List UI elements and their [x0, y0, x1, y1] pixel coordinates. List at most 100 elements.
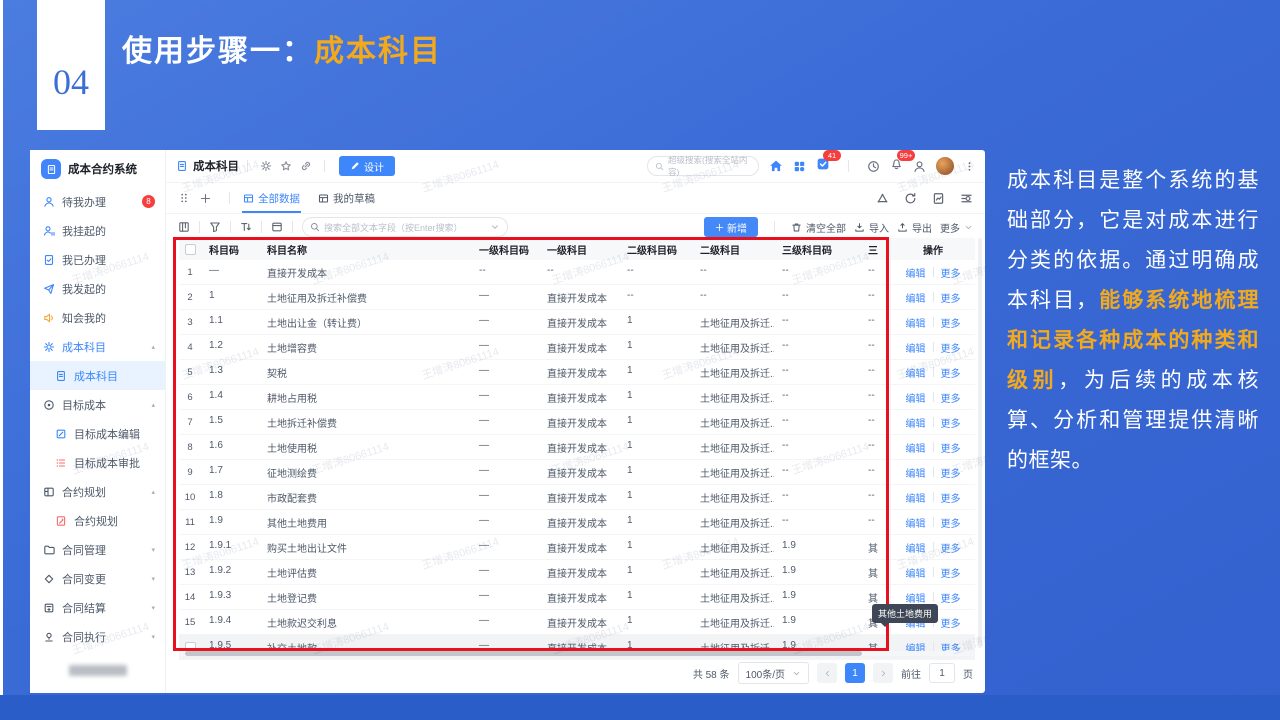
page-tab[interactable]: 成本科目 [176, 158, 239, 174]
sidebar-item-我挂起的[interactable]: 我挂起的 [30, 216, 165, 245]
edit-link[interactable]: 编辑 [906, 440, 926, 455]
import-button[interactable]: 导入 [854, 220, 889, 235]
sidebar-item-成本科目[interactable]: 成本科目 [30, 361, 165, 390]
design-button[interactable]: 设计 [339, 156, 395, 176]
more-link[interactable]: 更多 [941, 265, 961, 280]
tasks-button[interactable]: 41 [816, 149, 841, 176]
apps-grid-icon[interactable] [793, 160, 806, 173]
sidebar-item-合同执行[interactable]: 合同执行 ▾ [30, 622, 165, 651]
sidebar-item-合约规划[interactable]: 合约规划 [30, 506, 165, 535]
report-icon[interactable] [932, 192, 945, 205]
sidebar-item-合同变更[interactable]: 合同变更 ▾ [30, 564, 165, 593]
sidebar-item-合同管理[interactable]: 合同管理 ▾ [30, 535, 165, 564]
more-link[interactable]: 更多 [941, 365, 961, 380]
settings-gear-icon[interactable] [260, 160, 272, 172]
edit-link[interactable]: 编辑 [906, 390, 926, 405]
filter-funnel-icon[interactable] [209, 221, 221, 233]
sidebar-item-我已办理[interactable]: 我已办理 [30, 245, 165, 274]
table-row[interactable]: 2 1 土地征用及拆迁补偿费 — 直接开发成本 -- -- -- -- 编辑 更多 [179, 285, 975, 310]
goto-page-input[interactable]: 1 [929, 663, 955, 683]
table-row[interactable]: 1.9.5 补交土地款 — 直接开发成本 1 土地征用及拆迁... 1.9 其编辑 更多 [179, 635, 975, 660]
sidebar-item-合约规划[interactable]: 合约规划 ▴ [30, 477, 165, 506]
more-link[interactable]: 更多 [941, 565, 961, 580]
tab-all-data[interactable]: 全部数据 [242, 183, 301, 213]
more-link[interactable]: 更多 [941, 615, 961, 630]
more-link[interactable]: 更多 [941, 415, 961, 430]
sidebar-item-目标成本审批[interactable]: 目标成本审批 [30, 448, 165, 477]
table-row[interactable]: 8 1.6 土地使用税 — 直接开发成本 1 土地征用及拆迁... -- -- 编辑 更多 [179, 435, 975, 460]
column-settings-icon[interactable] [960, 192, 973, 205]
export-button[interactable]: 导出 [897, 220, 932, 235]
table-row[interactable]: 13 1.9.2 土地评估费 — 直接开发成本 1 土地征用及拆迁... 1.9 其编辑 更多 [179, 560, 975, 585]
table-row[interactable]: 5 1.3 契税 — 直接开发成本 1 土地征用及拆迁... -- -- 编辑 更多 [179, 360, 975, 385]
more-link[interactable]: 更多 [941, 440, 961, 455]
more-link[interactable]: 更多 [941, 390, 961, 405]
more-link[interactable]: 更多 [941, 540, 961, 555]
sidebar-item-待我办理[interactable]: 待我办理 8 [30, 187, 165, 216]
table-row[interactable]: 9 1.7 征地测绘费 — 直接开发成本 1 土地征用及拆迁... -- -- 编辑 更多 [179, 460, 975, 485]
edit-link[interactable]: 编辑 [906, 340, 926, 355]
sidebar-item-我发起的[interactable]: 我发起的 [30, 274, 165, 303]
sidebar-item-目标成本[interactable]: 目标成本 ▴ [30, 390, 165, 419]
tab-my-draft[interactable]: 我的草稿 [317, 183, 376, 213]
more-link[interactable]: 更多 [941, 590, 961, 605]
sidebar-item-合同结算[interactable]: 合同结算 ▾ [30, 593, 165, 622]
table-row[interactable]: 3 1.1 土地出让金（转让费） — 直接开发成本 1 土地征用及拆迁... -- -- 编辑 更多 [179, 310, 975, 335]
edit-link[interactable]: 编辑 [906, 565, 926, 580]
edit-link[interactable]: 编辑 [906, 465, 926, 480]
sidebar-item-目标成本编辑[interactable]: 目标成本编辑 [30, 419, 165, 448]
text-sort-icon[interactable] [240, 221, 252, 233]
edit-link[interactable]: 编辑 [906, 265, 926, 280]
page-size-select[interactable]: 100条/页 [737, 662, 809, 684]
table-row[interactable]: 11 1.9 其他土地费用 — 直接开发成本 1 土地征用及拆迁... -- -- 编辑 更多 [179, 510, 975, 535]
edit-link[interactable]: 编辑 [906, 540, 926, 555]
edit-link[interactable]: 编辑 [906, 415, 926, 430]
global-search-input[interactable]: 超级搜索(搜索全站内容) [647, 155, 759, 177]
table-row[interactable]: 4 1.2 土地增容费 — 直接开发成本 1 土地征用及拆迁... -- -- 编辑 更多 [179, 335, 975, 360]
table-search-input[interactable]: 搜索全部文本字段（按Enter搜索） [302, 217, 508, 237]
current-page-button[interactable]: 1 [845, 663, 865, 683]
table-row[interactable]: 1 — 直接开发成本 -- -- -- -- -- -- 编辑 更多 [179, 260, 975, 285]
clear-all-button[interactable]: 清空全部 [791, 220, 846, 235]
more-link[interactable]: 更多 [941, 465, 961, 480]
refresh-icon[interactable] [904, 192, 917, 205]
more-link[interactable]: 更多 [941, 290, 961, 305]
sidebar-item-成本科目[interactable]: 成本科目 ▴ [30, 332, 165, 361]
board-view-icon[interactable] [271, 221, 283, 233]
table-row[interactable]: 15 1.9.4 土地款迟交利息 — 直接开发成本 1 土地征用及拆迁... 1.9 其编辑 更多 [179, 610, 975, 635]
more-kebab-icon[interactable] [964, 161, 975, 172]
share-view-icon[interactable] [876, 192, 889, 205]
horizontal-scrollbar-thumb[interactable] [185, 651, 862, 656]
new-record-button[interactable]: 新增 [704, 217, 758, 237]
favorite-star-icon[interactable] [280, 160, 292, 172]
edit-link[interactable]: 编辑 [906, 290, 926, 305]
edit-link[interactable]: 编辑 [906, 365, 926, 380]
more-link[interactable]: 更多 [941, 315, 961, 330]
more-button[interactable]: 更多 [940, 220, 973, 235]
table-row[interactable]: 12 1.9.1 购买土地出让文件 — 直接开发成本 1 土地征用及拆迁... 1.9 其编辑更… [179, 535, 975, 560]
avatar[interactable] [936, 157, 954, 175]
edit-link[interactable]: 编辑 [906, 315, 926, 330]
vertical-scrollbar[interactable] [978, 238, 982, 648]
next-page-button[interactable] [873, 663, 893, 683]
more-link[interactable]: 更多 [941, 340, 961, 355]
kanban-view-icon[interactable] [178, 221, 190, 233]
edit-link[interactable]: 编辑 [906, 490, 926, 505]
prev-page-button[interactable] [817, 663, 837, 683]
add-view-icon[interactable] [200, 193, 211, 204]
table-row[interactable]: 14 1.9.3 土地登记费 — 直接开发成本 1 土地征用及拆迁... 1.9 其 编辑 更多 [179, 585, 975, 610]
drag-handle-icon[interactable] [178, 192, 190, 204]
more-link[interactable]: 更多 [941, 490, 961, 505]
select-all-checkbox[interactable] [184, 243, 196, 255]
table-row[interactable]: 6 1.4 耕地占用税 — 直接开发成本 1 土地征用及拆迁... -- -- 编辑 更多 [179, 385, 975, 410]
table-row[interactable]: 10 1.8 市政配套费 — 直接开发成本 1 土地征用及拆迁... -- -- 编辑 更多 [179, 485, 975, 510]
history-clock-icon[interactable] [867, 160, 880, 173]
user-icon[interactable] [913, 160, 926, 173]
table-row[interactable]: 7 1.5 土地拆迁补偿费 — 直接开发成本 1 土地征用及拆迁... -- -- 编辑 更多 [179, 410, 975, 435]
edit-link[interactable]: 编辑 [906, 590, 926, 605]
edit-link[interactable]: 编辑 [906, 515, 926, 530]
more-link[interactable]: 更多 [941, 515, 961, 530]
home-icon[interactable] [769, 159, 783, 173]
share-link-icon[interactable] [300, 160, 312, 172]
notifications-button[interactable]: 99+ [890, 150, 915, 175]
